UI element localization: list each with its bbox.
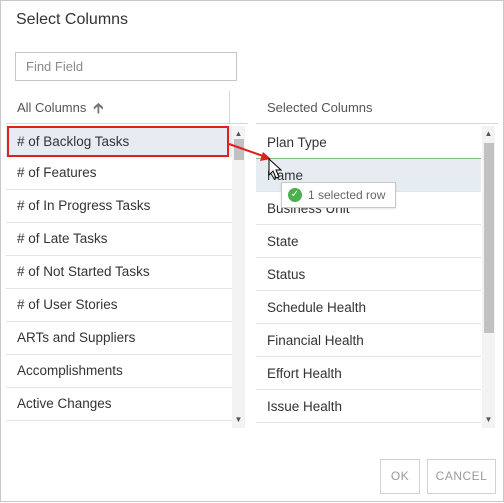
list-item[interactable]: Issue Health [256,390,481,423]
all-columns-header[interactable]: All Columns 🡱 [6,91,248,124]
select-columns-dialog: Select Columns All Columns 🡱 # of Backlo… [0,0,504,502]
list-item[interactable]: Accomplishments [6,355,232,388]
list-item[interactable]: State [256,225,481,258]
scroll-up-icon[interactable]: ▲ [482,129,495,139]
scrollbar-thumb[interactable] [484,143,494,333]
ok-button[interactable]: OK [380,459,420,494]
scroll-down-icon[interactable]: ▼ [482,415,495,425]
drag-tooltip-text: 1 selected row [308,188,386,202]
all-columns-panel: All Columns 🡱 # of Backlog Tasks # of Fe… [6,91,248,427]
all-columns-list: # of Backlog Tasks # of Features # of In… [6,126,232,426]
list-item[interactable]: # of Not Started Tasks [6,256,232,289]
list-item[interactable]: Status [256,258,481,291]
selected-columns-list: Plan Type Name Business Unit State Statu… [256,126,481,426]
drag-tooltip: ✓ 1 selected row [281,182,397,208]
list-item[interactable]: # of User Stories [6,289,232,322]
list-item[interactable]: # of In Progress Tasks [6,190,232,223]
scrollbar-thumb[interactable] [234,139,244,160]
list-item[interactable]: Schedule Health [256,291,481,324]
selected-columns-header-label: Selected Columns [267,100,373,115]
list-item[interactable]: # of Backlog Tasks [6,126,232,157]
selected-columns-header: Selected Columns [256,91,498,124]
list-item[interactable]: Effort Health [256,357,481,390]
all-columns-scrollbar[interactable]: ▲ ▼ [232,126,245,428]
scroll-up-icon[interactable]: ▲ [232,129,245,139]
list-item[interactable]: Plan Type [256,126,481,159]
list-item[interactable]: Financial Health [256,324,481,357]
selected-columns-scrollbar[interactable]: ▲ ▼ [482,126,495,428]
check-circle-icon: ✓ [288,187,302,202]
cancel-button[interactable]: CANCEL [427,459,496,494]
all-columns-header-label: All Columns [17,100,87,115]
sort-ascending-icon[interactable]: 🡱 [93,98,104,123]
list-item[interactable]: Active Changes [6,388,232,421]
header-divider [229,91,230,124]
list-item[interactable]: # of Features [6,157,232,190]
scroll-down-icon[interactable]: ▼ [232,415,245,425]
list-item[interactable]: # of Late Tasks [6,223,232,256]
dialog-title: Select Columns [16,11,129,28]
list-item[interactable]: ARTs and Suppliers [6,322,232,355]
find-field-input[interactable] [15,52,237,81]
